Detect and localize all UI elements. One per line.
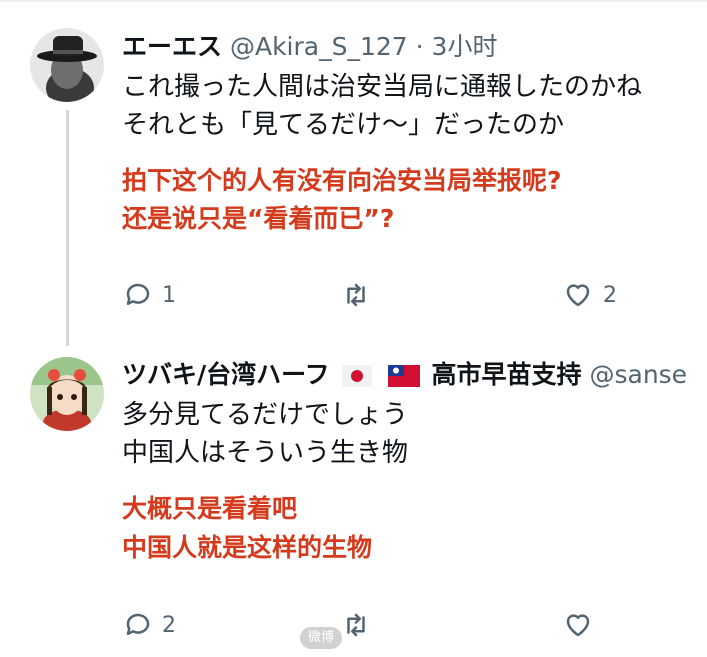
thread-connector-line [66, 110, 69, 346]
reply-bubble-icon [126, 283, 150, 305]
taiwan-flag-icon [387, 365, 420, 387]
hat-man-avatar[interactable] [30, 28, 104, 102]
retweet-icon [347, 613, 365, 637]
tweet-text-line: 中国人はそういう生き物 [122, 438, 409, 468]
author-name[interactable]: エーエス [122, 32, 222, 61]
retweet-icon [347, 283, 365, 307]
tweet-header: エーエス @Akira_S_127 · 3小时 [122, 30, 497, 64]
watermark: 微博 [300, 627, 343, 649]
tweet-text-line: これ撮った人間は治安当局に通報したのかね [122, 72, 643, 102]
heart-icon [566, 284, 590, 307]
author-handle[interactable]: @Akira_S_127 [230, 32, 408, 61]
tweet-header: ツバキ/台湾ハーフ 高市早苗支持 @sanse [122, 358, 687, 392]
translation-line: 还是说只是“看着而已”? [122, 204, 395, 233]
reply-button[interactable]: 2 [122, 610, 176, 640]
translation-line: 拍下这个的人有没有向治安当局举报呢? [122, 166, 562, 195]
translation-line: 中国人就是这样的生物 [122, 533, 373, 562]
reply-bubble-icon [126, 613, 150, 635]
retweet-button[interactable] [338, 610, 382, 640]
tweet-text-line: 多分見てるだけでしょう [122, 400, 409, 430]
japan-flag-icon [341, 365, 372, 387]
reply-button[interactable]: 1 [122, 280, 176, 310]
like-button[interactable] [561, 610, 603, 640]
like-button[interactable]: 2 [561, 280, 617, 310]
heart-icon [566, 614, 590, 637]
name-suffix[interactable]: 高市早苗支持 [432, 360, 582, 389]
dot-separator: · [415, 32, 424, 61]
reply-count: 1 [162, 282, 176, 308]
like-count: 2 [603, 282, 617, 308]
author-handle[interactable]: @sanse [589, 360, 687, 389]
tweet-text-line: それとも「見てるだけ〜」だったのか [122, 110, 565, 140]
tweet-time[interactable]: 3小时 [432, 32, 498, 61]
anime-girl-avatar[interactable] [30, 357, 104, 431]
translation-line: 大概只是看着吧 [122, 494, 298, 523]
author-name[interactable]: ツバキ/台湾ハーフ [122, 360, 330, 389]
top-divider [0, 0, 707, 2]
reply-count: 2 [162, 612, 176, 638]
retweet-button[interactable] [338, 280, 382, 310]
